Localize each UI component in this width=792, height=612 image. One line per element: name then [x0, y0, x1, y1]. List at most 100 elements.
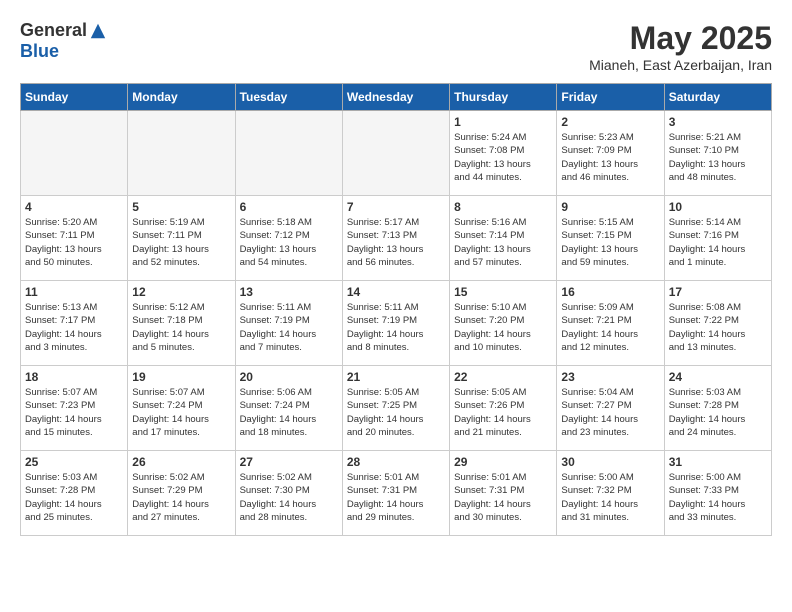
logo-blue: Blue — [20, 41, 59, 62]
calendar-day-cell: 30 Sunrise: 5:00 AM Sunset: 7:32 PM Dayli… — [557, 451, 664, 536]
calendar-day-cell: 1 Sunrise: 5:24 AM Sunset: 7:08 PM Daylig… — [450, 111, 557, 196]
calendar-day-cell: 16 Sunrise: 5:09 AM Sunset: 7:21 PM Dayli… — [557, 281, 664, 366]
calendar-header-saturday: Saturday — [664, 84, 771, 111]
day-number: 31 — [669, 455, 767, 469]
day-number: 24 — [669, 370, 767, 384]
day-info: Sunrise: 5:00 AM Sunset: 7:32 PM Dayligh… — [561, 471, 659, 524]
day-info: Sunrise: 5:07 AM Sunset: 7:23 PM Dayligh… — [25, 386, 123, 439]
logo-general: General — [20, 20, 87, 41]
day-number: 16 — [561, 285, 659, 299]
day-info: Sunrise: 5:02 AM Sunset: 7:30 PM Dayligh… — [240, 471, 338, 524]
day-number: 22 — [454, 370, 552, 384]
day-info: Sunrise: 5:00 AM Sunset: 7:33 PM Dayligh… — [669, 471, 767, 524]
calendar-day-cell — [21, 111, 128, 196]
day-number: 8 — [454, 200, 552, 214]
logo-icon — [89, 22, 107, 40]
calendar-week-3: 11 Sunrise: 5:13 AM Sunset: 7:17 PM Dayli… — [21, 281, 772, 366]
day-info: Sunrise: 5:13 AM Sunset: 7:17 PM Dayligh… — [25, 301, 123, 354]
day-number: 4 — [25, 200, 123, 214]
day-number: 19 — [132, 370, 230, 384]
calendar-day-cell: 14 Sunrise: 5:11 AM Sunset: 7:19 PM Dayli… — [342, 281, 449, 366]
day-number: 23 — [561, 370, 659, 384]
day-number: 14 — [347, 285, 445, 299]
day-info: Sunrise: 5:18 AM Sunset: 7:12 PM Dayligh… — [240, 216, 338, 269]
calendar-day-cell: 29 Sunrise: 5:01 AM Sunset: 7:31 PM Dayli… — [450, 451, 557, 536]
day-info: Sunrise: 5:23 AM Sunset: 7:09 PM Dayligh… — [561, 131, 659, 184]
day-number: 27 — [240, 455, 338, 469]
day-info: Sunrise: 5:16 AM Sunset: 7:14 PM Dayligh… — [454, 216, 552, 269]
day-number: 13 — [240, 285, 338, 299]
location: Mianeh, East Azerbaijan, Iran — [589, 57, 772, 73]
calendar-header-sunday: Sunday — [21, 84, 128, 111]
calendar-day-cell: 24Sunrise: 5:03 AM Sunset: 7:28 PM Dayli… — [664, 366, 771, 451]
day-info: Sunrise: 5:03 AM Sunset: 7:28 PM Dayligh… — [25, 471, 123, 524]
day-number: 2 — [561, 115, 659, 129]
calendar-week-4: 18 Sunrise: 5:07 AM Sunset: 7:23 PM Dayli… — [21, 366, 772, 451]
day-number: 1 — [454, 115, 552, 129]
calendar-day-cell: 7Sunrise: 5:17 AM Sunset: 7:13 PM Daylig… — [342, 196, 449, 281]
day-info: Sunrise: 5:15 AM Sunset: 7:15 PM Dayligh… — [561, 216, 659, 269]
calendar-day-cell: 12 Sunrise: 5:12 AM Sunset: 7:18 PM Dayli… — [128, 281, 235, 366]
calendar-day-cell: 15Sunrise: 5:10 AM Sunset: 7:20 PM Dayli… — [450, 281, 557, 366]
calendar-day-cell: 26 Sunrise: 5:02 AM Sunset: 7:29 PM Dayli… — [128, 451, 235, 536]
day-number: 29 — [454, 455, 552, 469]
day-info: Sunrise: 5:05 AM Sunset: 7:25 PM Dayligh… — [347, 386, 445, 439]
day-info: Sunrise: 5:24 AM Sunset: 7:08 PM Dayligh… — [454, 131, 552, 184]
day-number: 15 — [454, 285, 552, 299]
calendar-day-cell — [235, 111, 342, 196]
day-info: Sunrise: 5:02 AM Sunset: 7:29 PM Dayligh… — [132, 471, 230, 524]
day-number: 26 — [132, 455, 230, 469]
day-info: Sunrise: 5:11 AM Sunset: 7:19 PM Dayligh… — [347, 301, 445, 354]
calendar-day-cell: 25 Sunrise: 5:03 AM Sunset: 7:28 PM Dayli… — [21, 451, 128, 536]
day-number: 7 — [347, 200, 445, 214]
day-number: 20 — [240, 370, 338, 384]
day-number: 30 — [561, 455, 659, 469]
calendar-day-cell: 9 Sunrise: 5:15 AM Sunset: 7:15 PM Daylig… — [557, 196, 664, 281]
day-number: 25 — [25, 455, 123, 469]
day-number: 11 — [25, 285, 123, 299]
calendar-week-1: 1 Sunrise: 5:24 AM Sunset: 7:08 PM Daylig… — [21, 111, 772, 196]
day-number: 28 — [347, 455, 445, 469]
day-info: Sunrise: 5:01 AM Sunset: 7:31 PM Dayligh… — [454, 471, 552, 524]
calendar-day-cell: 27 Sunrise: 5:02 AM Sunset: 7:30 PM Dayli… — [235, 451, 342, 536]
day-info: Sunrise: 5:07 AM Sunset: 7:24 PM Dayligh… — [132, 386, 230, 439]
calendar-table: SundayMondayTuesdayWednesdayThursdayFrid… — [20, 83, 772, 536]
day-info: Sunrise: 5:08 AM Sunset: 7:22 PM Dayligh… — [669, 301, 767, 354]
day-number: 17 — [669, 285, 767, 299]
day-info: Sunrise: 5:09 AM Sunset: 7:21 PM Dayligh… — [561, 301, 659, 354]
page-header: General Blue May 2025 Mianeh, East Azerb… — [20, 20, 772, 73]
day-info: Sunrise: 5:01 AM Sunset: 7:31 PM Dayligh… — [347, 471, 445, 524]
month-title: May 2025 — [589, 20, 772, 57]
calendar-day-cell — [342, 111, 449, 196]
day-number: 3 — [669, 115, 767, 129]
calendar-day-cell: 31 Sunrise: 5:00 AM Sunset: 7:33 PM Dayli… — [664, 451, 771, 536]
day-info: Sunrise: 5:21 AM Sunset: 7:10 PM Dayligh… — [669, 131, 767, 184]
calendar-day-cell: 4Sunrise: 5:20 AM Sunset: 7:11 PM Daylig… — [21, 196, 128, 281]
day-number: 12 — [132, 285, 230, 299]
calendar-day-cell: 22 Sunrise: 5:05 AM Sunset: 7:26 PM Dayli… — [450, 366, 557, 451]
day-info: Sunrise: 5:14 AM Sunset: 7:16 PM Dayligh… — [669, 216, 767, 269]
calendar-week-5: 25 Sunrise: 5:03 AM Sunset: 7:28 PM Dayli… — [21, 451, 772, 536]
calendar-day-cell: 5Sunrise: 5:19 AM Sunset: 7:11 PM Daylig… — [128, 196, 235, 281]
day-info: Sunrise: 5:12 AM Sunset: 7:18 PM Dayligh… — [132, 301, 230, 354]
calendar-day-cell: 8 Sunrise: 5:16 AM Sunset: 7:14 PM Daylig… — [450, 196, 557, 281]
calendar-day-cell: 20 Sunrise: 5:06 AM Sunset: 7:24 PM Dayli… — [235, 366, 342, 451]
day-number: 5 — [132, 200, 230, 214]
day-number: 21 — [347, 370, 445, 384]
day-number: 18 — [25, 370, 123, 384]
calendar-header-tuesday: Tuesday — [235, 84, 342, 111]
calendar-day-cell: 28 Sunrise: 5:01 AM Sunset: 7:31 PM Dayli… — [342, 451, 449, 536]
day-info: Sunrise: 5:05 AM Sunset: 7:26 PM Dayligh… — [454, 386, 552, 439]
calendar-day-cell: 13Sunrise: 5:11 AM Sunset: 7:19 PM Dayli… — [235, 281, 342, 366]
calendar-day-cell: 19 Sunrise: 5:07 AM Sunset: 7:24 PM Dayli… — [128, 366, 235, 451]
calendar-day-cell: 21 Sunrise: 5:05 AM Sunset: 7:25 PM Dayli… — [342, 366, 449, 451]
calendar-day-cell: 17 Sunrise: 5:08 AM Sunset: 7:22 PM Dayli… — [664, 281, 771, 366]
calendar-header-friday: Friday — [557, 84, 664, 111]
calendar-day-cell: 6Sunrise: 5:18 AM Sunset: 7:12 PM Daylig… — [235, 196, 342, 281]
calendar-header-monday: Monday — [128, 84, 235, 111]
calendar-day-cell: 3 Sunrise: 5:21 AM Sunset: 7:10 PM Daylig… — [664, 111, 771, 196]
day-info: Sunrise: 5:04 AM Sunset: 7:27 PM Dayligh… — [561, 386, 659, 439]
day-number: 9 — [561, 200, 659, 214]
day-info: Sunrise: 5:06 AM Sunset: 7:24 PM Dayligh… — [240, 386, 338, 439]
calendar-header-wednesday: Wednesday — [342, 84, 449, 111]
